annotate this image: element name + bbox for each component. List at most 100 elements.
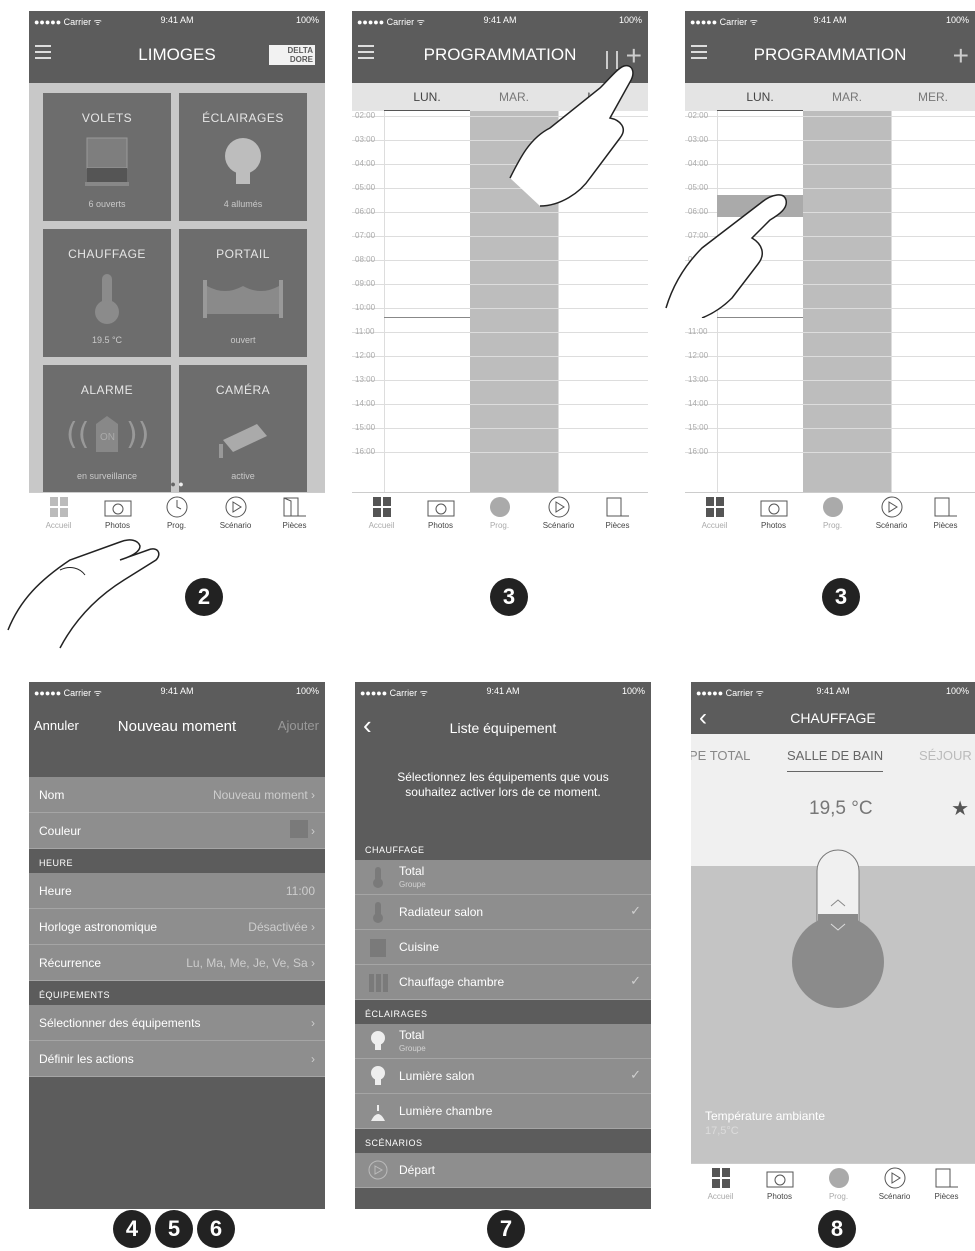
- hand-pointer-icon: [509, 64, 634, 207]
- hour-line: [352, 236, 648, 237]
- radiator-icon: [370, 939, 386, 957]
- hour-line: [685, 116, 975, 117]
- step-number: 7: [487, 1210, 525, 1248]
- hour-label: 12:00: [355, 351, 376, 360]
- hour-label: 12:00: [688, 351, 709, 360]
- tile-camera[interactable]: CAMÉRA active: [179, 365, 307, 493]
- scenario-item[interactable]: Départ: [355, 1153, 651, 1188]
- add-icon[interactable]: +: [953, 42, 969, 70]
- tab-prog[interactable]: Prog.: [803, 493, 862, 530]
- tab-room[interactable]: PE TOTAL: [691, 748, 750, 763]
- tab-scenario[interactable]: Scénario: [529, 493, 588, 530]
- tab-room[interactable]: SÉJOUR: [919, 748, 972, 763]
- step-number: 3: [822, 578, 860, 616]
- nav-bar: ‹ CHAUFFAGE: [691, 700, 975, 734]
- tab-photos[interactable]: Photos: [744, 493, 803, 530]
- page-dots: ● ●: [170, 479, 184, 489]
- tab-scenario[interactable]: Scénario: [865, 1164, 924, 1201]
- hour-line: [352, 332, 648, 333]
- tab-day[interactable]: MER.: [891, 90, 975, 104]
- scenario-icon: [368, 1160, 388, 1180]
- star-icon[interactable]: ★: [951, 796, 969, 821]
- tab-prog[interactable]: Prog.: [470, 493, 529, 530]
- radiator-icon: [369, 974, 388, 992]
- tab-accueil[interactable]: Accueil: [685, 493, 744, 530]
- heure-section: HEURE: [29, 849, 325, 873]
- step-number: 6: [197, 1210, 235, 1248]
- tab-room[interactable]: SALLE DE BAIN: [787, 748, 884, 772]
- hour-line: [352, 212, 648, 213]
- tab-photos[interactable]: Photos: [750, 1164, 809, 1201]
- hour-label: 03:00: [355, 135, 376, 144]
- thermostat-control[interactable]: [787, 842, 891, 1012]
- equipment-item[interactable]: Radiateur salon ✓: [355, 895, 651, 930]
- equipment-item[interactable]: Total Groupe: [355, 1024, 651, 1059]
- tile-portail[interactable]: PORTAIL ouvert: [179, 229, 307, 357]
- hour-label: 08:00: [355, 255, 376, 264]
- select-equipements-row[interactable]: Sélectionner des équipements ›: [29, 1005, 325, 1041]
- tab-day[interactable]: LUN.: [717, 90, 803, 112]
- step-number: 5: [155, 1210, 193, 1248]
- tab-prog[interactable]: Prog.: [809, 1164, 868, 1201]
- page-title: PROGRAMMATION: [753, 45, 907, 64]
- equipment-item[interactable]: Lumière chambre: [355, 1094, 651, 1129]
- tile-title: CHAUFFAGE: [68, 247, 146, 261]
- color-swatch: [289, 820, 308, 839]
- thermometer-icon: [373, 902, 383, 923]
- heure-row[interactable]: Heure 11:00: [29, 873, 325, 909]
- day-header: LUN. MAR. MER.: [685, 83, 975, 112]
- hour-label: 14:00: [355, 399, 376, 408]
- horloge-row[interactable]: Horloge astronomique Désactivée ›: [29, 909, 325, 945]
- chauffage-section: CHAUFFAGE: [355, 836, 651, 860]
- tab-photos[interactable]: Photos: [411, 493, 470, 530]
- add-button[interactable]: Ajouter: [278, 718, 319, 733]
- step-number: 4: [113, 1210, 151, 1248]
- room-tabs: PE TOTAL SALLE DE BAIN SÉJOUR: [691, 734, 975, 786]
- hour-label: 15:00: [355, 423, 376, 432]
- tab-accueil[interactable]: Accueil: [352, 493, 411, 530]
- tile-alarme[interactable]: ALARME (()) ON en surveillance: [43, 365, 171, 493]
- hour-label: 16:00: [688, 447, 709, 456]
- nav-bar: ‹ Liste équipement: [355, 700, 651, 754]
- tab-pieces[interactable]: Pièces: [265, 493, 324, 530]
- hour-line: [685, 332, 975, 333]
- tab-day[interactable]: MAR.: [803, 90, 891, 104]
- lamp-icon: [371, 1105, 385, 1121]
- tab-day[interactable]: LUN.: [384, 90, 470, 112]
- hour-label: 13:00: [355, 375, 376, 384]
- svg-text:((: ((: [66, 417, 89, 452]
- tab-pieces[interactable]: Pièces: [916, 493, 975, 530]
- tab-pieces[interactable]: Pièces: [917, 1164, 975, 1201]
- bulb-icon: [371, 1066, 385, 1085]
- nom-row[interactable]: Nom Nouveau moment ›: [29, 777, 325, 813]
- status-bar: ●●●●● Carrier ᯤ 9:41 AM 100%: [352, 11, 648, 29]
- equipment-item[interactable]: Chauffage chambre ✓: [355, 965, 651, 1000]
- tile-chauffage[interactable]: CHAUFFAGE 19.5 °C: [43, 229, 171, 357]
- tile-title: ÉCLAIRAGES: [202, 111, 284, 125]
- scenarios-section: SCÉNARIOS: [355, 1129, 651, 1153]
- step-number: 8: [818, 1210, 856, 1248]
- tile-eclairages[interactable]: ÉCLAIRAGES 4 allumés: [179, 93, 307, 221]
- hour-line: [352, 356, 648, 357]
- tab-scenario[interactable]: Scénario: [862, 493, 921, 530]
- tile-status: 4 allumés: [223, 199, 263, 209]
- tile-status: ouvert: [230, 335, 256, 345]
- alarm-icon: (()) ON: [43, 405, 171, 465]
- equipment-item[interactable]: Total Groupe: [355, 860, 651, 895]
- recurrence-row[interactable]: Récurrence Lu, Ma, Me, Je, Ve, Sa ›: [29, 945, 325, 981]
- hour-label: 15:00: [688, 423, 709, 432]
- hour-label: 02:00: [688, 111, 709, 120]
- tab-scenario[interactable]: Scénario: [206, 493, 265, 530]
- equipements-section: ÉQUIPEMENTS: [29, 981, 325, 1005]
- equipment-item[interactable]: Cuisine: [355, 930, 651, 965]
- tile-volets[interactable]: VOLETS 6 ouverts: [43, 93, 171, 221]
- define-actions-row[interactable]: Définir les actions ›: [29, 1041, 325, 1077]
- hour-line: [685, 140, 975, 141]
- hour-label: 02:00: [355, 111, 376, 120]
- hour-line: [352, 260, 648, 261]
- equipment-item[interactable]: Lumière salon ✓: [355, 1059, 651, 1094]
- couleur-row[interactable]: Couleur ›: [29, 813, 325, 849]
- thermometer-icon: [43, 269, 171, 329]
- tab-pieces[interactable]: Pièces: [588, 493, 647, 530]
- tab-accueil[interactable]: Accueil: [691, 1164, 750, 1201]
